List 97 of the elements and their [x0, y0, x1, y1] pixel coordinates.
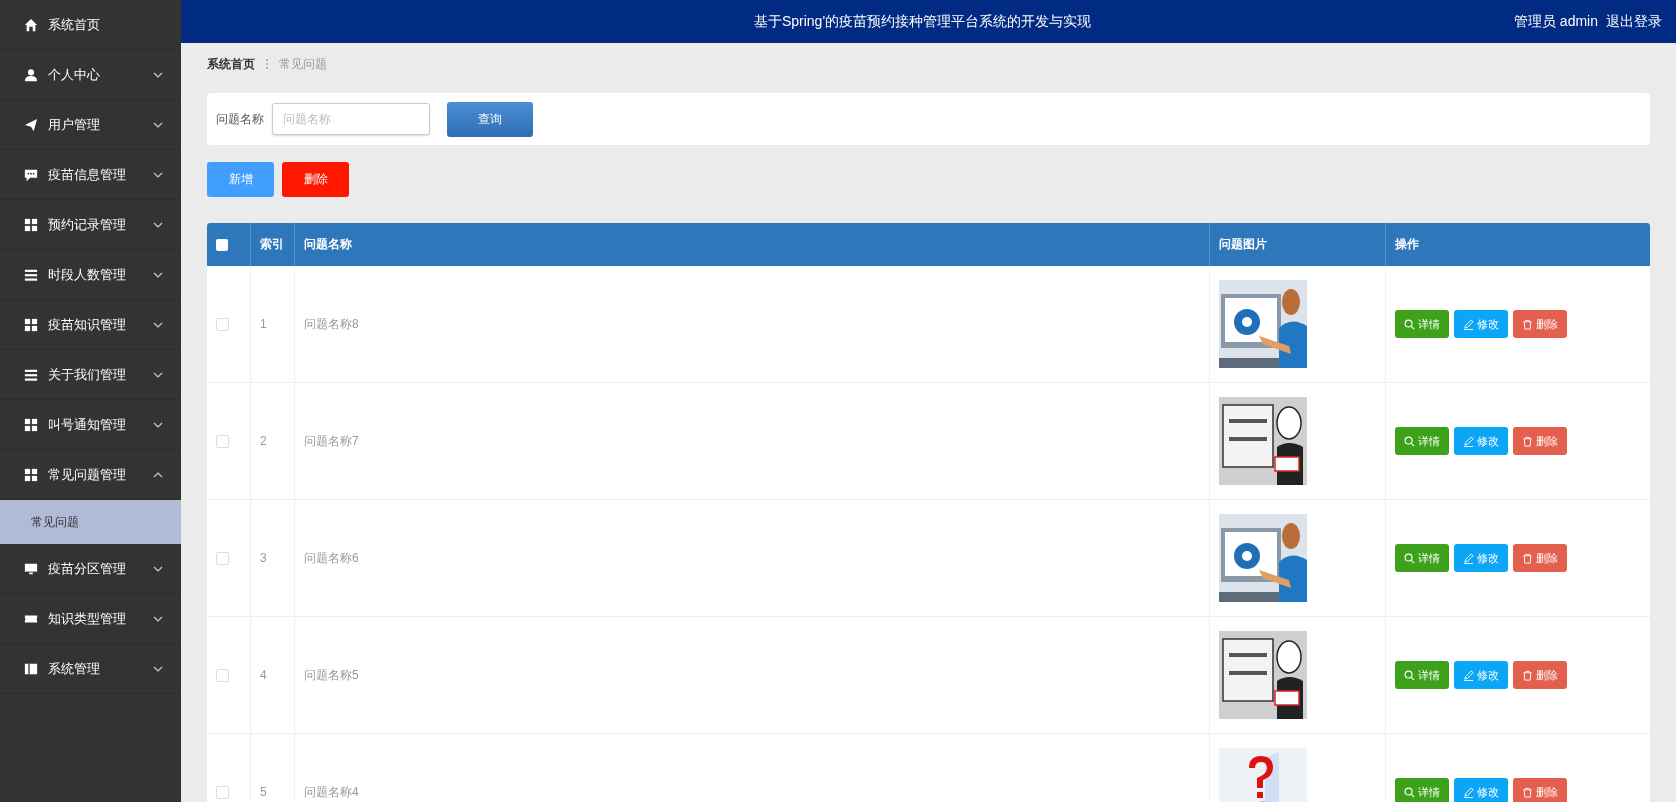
- table-cell: 问题名称8: [304, 315, 359, 333]
- home-icon: [24, 17, 38, 32]
- table-cell: 问题名称7: [304, 432, 359, 450]
- chevron-down-icon: [153, 371, 163, 378]
- chat-icon: [24, 167, 38, 182]
- paper-plane-icon: [24, 117, 38, 132]
- chevron-down-icon: [153, 615, 163, 622]
- table-cell: 3: [260, 551, 267, 565]
- chevron-down-icon: [153, 221, 163, 228]
- pencil-icon: [1463, 318, 1474, 330]
- details-button[interactable]: 详情: [1395, 310, 1449, 338]
- row-checkbox[interactable]: [216, 317, 229, 331]
- grid-icon: [24, 417, 38, 432]
- table-cell: 问题名称4: [304, 783, 359, 801]
- menu-item[interactable]: 疫苗分区管理: [0, 544, 181, 594]
- delete-button[interactable]: 删除: [1513, 778, 1567, 802]
- row-checkbox[interactable]: [216, 785, 229, 799]
- list-icon: [24, 367, 38, 382]
- search-button[interactable]: 查询: [447, 101, 533, 137]
- delete-button[interactable]: 删除: [1513, 427, 1567, 455]
- user-label: 管理员 admin: [1513, 12, 1598, 31]
- details-button[interactable]: 详情: [1395, 427, 1449, 455]
- delete-button[interactable]: 删除: [1513, 544, 1567, 572]
- chevron-down-icon: [153, 271, 163, 278]
- column-header: 问题名称: [295, 223, 1210, 266]
- grid-icon: [24, 467, 38, 482]
- pencil-icon: [1463, 669, 1474, 681]
- table-cell: 2: [260, 434, 267, 448]
- menu-item[interactable]: 知识类型管理: [0, 594, 181, 644]
- details-button[interactable]: 详情: [1395, 661, 1449, 689]
- details-button[interactable]: 详情: [1395, 778, 1449, 802]
- chevron-down-icon: [153, 321, 163, 328]
- trash-icon: [1522, 318, 1533, 330]
- chevron-down-icon: [153, 565, 163, 572]
- chevron-down-icon: [153, 665, 163, 672]
- column-header: 操作: [1394, 236, 1420, 253]
- trash-icon: [1522, 669, 1533, 681]
- search-field[interactable]: 问题名称: [272, 103, 430, 135]
- app-title: 基于Spring'的疫苗预约接种管理平台系统的开发与实现: [752, 12, 1093, 31]
- user-icon: [24, 67, 38, 82]
- row-checkbox[interactable]: [216, 551, 229, 565]
- menu-item[interactable]: 用户管理: [0, 100, 181, 150]
- chevron-down-icon: [153, 421, 163, 428]
- details-button[interactable]: 详情: [1395, 544, 1449, 572]
- add-button[interactable]: 新增: [207, 162, 274, 197]
- menu-item[interactable]: 系统管理: [0, 644, 181, 694]
- select-all-checkbox[interactable]: [216, 238, 228, 251]
- delete-button[interactable]: 删除: [1513, 661, 1567, 689]
- pencil-icon: [1463, 786, 1474, 798]
- trash-icon: [1522, 552, 1533, 564]
- table-cell: 问题名称5: [304, 666, 359, 684]
- menu-item[interactable]: 个人中心: [0, 50, 181, 100]
- row-checkbox[interactable]: [216, 434, 229, 448]
- grid-icon: [24, 217, 38, 232]
- chevron-down-icon: [153, 71, 163, 78]
- monitor-icon: [24, 561, 38, 576]
- breadcrumb-item[interactable]: 常见问题: [279, 55, 327, 73]
- chevron-up-icon: [153, 471, 163, 478]
- chevron-down-icon: [153, 171, 163, 178]
- table-cell: 4: [260, 668, 267, 682]
- menu-item[interactable]: 时段人数管理: [0, 250, 181, 300]
- search-icon: [1404, 786, 1415, 798]
- edit-button[interactable]: 修改: [1454, 661, 1508, 689]
- book-icon: [24, 661, 38, 676]
- delete-button[interactable]: 删除: [1513, 310, 1567, 338]
- trash-icon: [1522, 435, 1533, 447]
- submenu-item[interactable]: 常见问题: [0, 500, 181, 544]
- breadcrumb-item[interactable]: 系统首页: [207, 55, 255, 73]
- edit-button[interactable]: 修改: [1454, 778, 1508, 802]
- search-icon: [1404, 669, 1415, 681]
- search-icon: [1404, 318, 1415, 330]
- pencil-icon: [1463, 435, 1474, 447]
- table-cell: 5: [260, 785, 267, 799]
- table-cell: 1: [260, 317, 267, 331]
- pencil-icon: [1463, 552, 1474, 564]
- list-icon: [24, 267, 38, 282]
- delete-button[interactable]: 删除: [282, 162, 349, 197]
- trash-icon: [1522, 786, 1533, 798]
- menu-item[interactable]: 疫苗信息管理: [0, 150, 181, 200]
- menu-item[interactable]: 叫号通知管理: [0, 400, 181, 450]
- column-header: 索引: [251, 223, 295, 266]
- row-checkbox[interactable]: [216, 668, 229, 682]
- edit-button[interactable]: 修改: [1454, 310, 1508, 338]
- column-header: 问题图片: [1210, 223, 1386, 266]
- logout-link[interactable]: 退出登录: [1606, 12, 1662, 31]
- grid-icon: [24, 317, 38, 332]
- edit-button[interactable]: 修改: [1454, 544, 1508, 572]
- menu-item[interactable]: 预约记录管理: [0, 200, 181, 250]
- field-label: 问题名称: [216, 110, 264, 128]
- menu-item[interactable]: 疫苗知识管理: [0, 300, 181, 350]
- chevron-down-icon: [153, 121, 163, 128]
- edit-button[interactable]: 修改: [1454, 427, 1508, 455]
- separator-icon: [265, 58, 269, 70]
- menu-item[interactable]: 关于我们管理: [0, 350, 181, 400]
- table-cell: 问题名称6: [304, 549, 359, 567]
- search-icon: [1404, 435, 1415, 447]
- search-icon: [1404, 552, 1415, 564]
